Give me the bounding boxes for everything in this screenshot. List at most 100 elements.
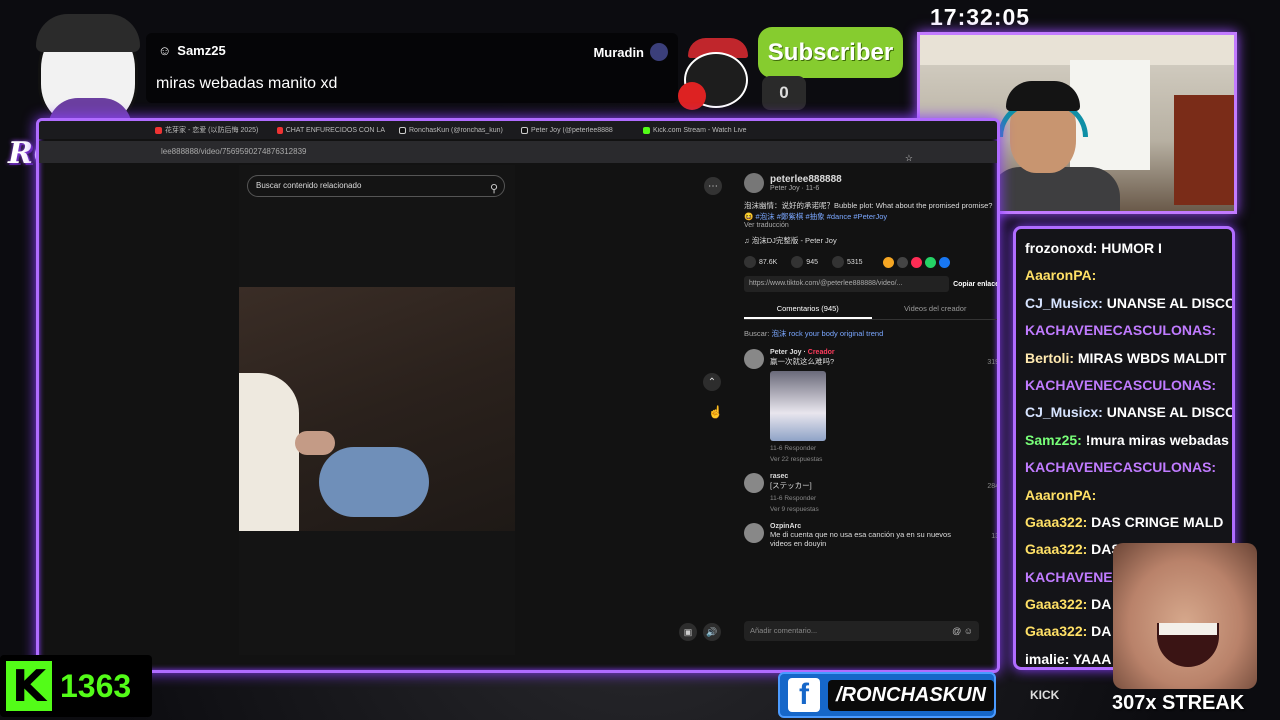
send-icon	[910, 256, 922, 268]
like-button[interactable]: 87.6K	[744, 256, 777, 268]
chat-message: CJ_Musicx: UNANSE AL DISCO	[1025, 290, 1232, 317]
channel-avatar-icon	[650, 43, 668, 61]
creator-badge: Creador	[807, 349, 835, 356]
facebook-logo-icon: f	[788, 678, 820, 712]
pip-icon[interactable]: ▣	[679, 623, 697, 641]
view-replies-link[interactable]: Ver 9 respuestas	[770, 506, 819, 513]
commenter-avatar[interactable]	[744, 473, 764, 493]
video-frame[interactable]	[239, 287, 515, 531]
engagement-stats: 87.6K 945 5315	[744, 256, 997, 268]
bookmark-star-icon[interactable]: ☆	[905, 147, 913, 169]
tab-creator-videos[interactable]: Videos del creador	[872, 300, 998, 319]
comment-text: Me di cuenta que no usa esa canción ya e…	[770, 530, 951, 548]
comment-button[interactable]: 945	[791, 256, 818, 268]
more-options-icon[interactable]: ⋯	[704, 177, 722, 195]
chat-text: MIRAS WBDS MALDIT	[1077, 349, 1227, 366]
browser-tab[interactable]: CHAT ENFURECIDOS CON LA	[271, 126, 391, 134]
browser-tab-active[interactable]: Peter Joy (@peterlee8888	[515, 126, 635, 134]
previous-video-button[interactable]: ⌃	[703, 373, 721, 391]
comment-text: 赢一次就这么难吗?	[770, 357, 835, 366]
chat-username[interactable]: KACHAVENECASCULONAS:	[1025, 459, 1216, 475]
comment-item: Peter Joy · Creador 赢一次就这么难吗? 11-6 Respo…	[744, 349, 997, 463]
comment-search-suggestion[interactable]: Buscar: 泡沫 rock your body original trend	[744, 328, 997, 339]
comment-like-count[interactable]: 13	[991, 533, 997, 540]
streak-counter: 307x STREAK	[1112, 692, 1245, 714]
address-url: lee888888/video/7569590274876312839	[161, 147, 307, 156]
chat-message: Gaaa322: DAS CRINGE MALD	[1025, 509, 1232, 536]
volume-icon[interactable]: 🔊	[703, 623, 721, 641]
facebook-icon	[938, 256, 950, 268]
subscriber-count: 0	[762, 76, 806, 110]
comment-meta[interactable]: 11-6 Responder	[770, 445, 835, 452]
alert-user: ☺ Samz25	[158, 43, 226, 58]
chat-username[interactable]: Gaaa322:	[1025, 623, 1087, 639]
kick-logo-icon: K	[6, 661, 52, 712]
chat-message: KACHAVENECASCULONAS:	[1025, 372, 1232, 399]
chat-username[interactable]: KACHAVENE	[1025, 569, 1113, 585]
alert-channel-name: Muradin	[593, 44, 644, 60]
chat-username[interactable]: CJ_Musicx:	[1025, 295, 1103, 311]
view-replies-link[interactable]: Ver 22 respuestas	[770, 456, 835, 463]
add-comment-input[interactable]: Añadir comentario... @ ☺	[744, 621, 979, 641]
chat-text: DAS CRINGE MALD	[1091, 513, 1224, 530]
chat-username[interactable]: KACHAVENECASCULONAS:	[1025, 322, 1216, 338]
chat-username[interactable]: imalie:	[1025, 651, 1069, 667]
chat-text: DA	[1091, 623, 1112, 640]
chat-message: CJ_Musicx: UNANSE AL DISCO	[1025, 399, 1232, 426]
comment-like-count[interactable]: 319	[987, 359, 997, 366]
chat-message: Samz25: !mura miras webadas	[1025, 427, 1232, 454]
comment-image[interactable]	[770, 371, 826, 441]
bookmark-icon	[831, 256, 844, 268]
share-link-field[interactable]: https://www.tiktok.com/@peterlee888888/v…	[744, 276, 950, 292]
emoji-icon[interactable]: @ ☺	[952, 621, 973, 641]
search-icon[interactable]: ⚲	[490, 179, 498, 199]
browser-tab[interactable]: Kick.com Stream - Watch Live	[637, 126, 757, 134]
chat-username[interactable]: Gaaa322:	[1025, 596, 1087, 612]
address-bar[interactable]: lee888888/video/7569590274876312839 ☆	[39, 141, 997, 163]
commenter-avatar[interactable]	[744, 523, 764, 543]
chat-message: frozonoxd: HUMOR I	[1025, 235, 1232, 262]
comment-tabs: Comentarios (945) Videos del creador	[744, 300, 998, 320]
browser-tab[interactable]: 花芽家 - 恋爱 (以防后悔 2025)	[149, 125, 269, 135]
translate-link[interactable]: Ver traducción	[744, 222, 997, 229]
chat-username[interactable]: AaaronPA:	[1025, 487, 1096, 503]
chat-message: AaaronPA:	[1025, 262, 1232, 289]
chat-alert-box: ☺ Samz25 Muradin miras webadas manito xd	[146, 33, 678, 103]
mascot-boxer-image	[678, 38, 754, 112]
embed-icon	[896, 256, 908, 268]
chat-username[interactable]: CJ_Musicx:	[1025, 404, 1103, 420]
comment-meta[interactable]: 11-6 Responder	[770, 495, 819, 502]
social-icons-row: KICK	[1030, 688, 1060, 702]
commenter-name[interactable]: Peter Joy	[770, 349, 802, 356]
share-buttons[interactable]	[882, 256, 950, 268]
chat-text: DA	[1091, 596, 1112, 613]
chat-username[interactable]: frozonoxd:	[1025, 240, 1097, 256]
chat-username[interactable]: AaaronPA:	[1025, 267, 1096, 283]
chat-text: UNANSE AL DISCO	[1106, 294, 1232, 311]
chat-username[interactable]: Gaaa322:	[1025, 514, 1087, 530]
chat-text: HUMOR I	[1101, 240, 1162, 256]
chat-username[interactable]: Gaaa322:	[1025, 541, 1087, 557]
music-row[interactable]: ♫ 泡沫DJ完整版 - Peter Joy	[744, 235, 997, 246]
commenter-name[interactable]: OzpinArc	[770, 523, 970, 530]
chat-message: AaaronPA:	[1025, 482, 1232, 509]
browser-tab[interactable]: RonchasKun (@ronchas_kun)	[393, 126, 513, 134]
save-button[interactable]: 5315	[831, 256, 863, 268]
alert-message: miras webadas manito xd	[156, 75, 338, 92]
chat-username[interactable]: Samz25:	[1025, 432, 1082, 448]
chat-username[interactable]: Bertoli:	[1025, 350, 1074, 366]
tab-comments[interactable]: Comentarios (945)	[744, 300, 872, 319]
copy-link-button[interactable]: Copiar enlace	[953, 281, 997, 288]
comment-like-count[interactable]: 284	[987, 483, 997, 490]
commenter-avatar[interactable]	[744, 349, 764, 369]
user-icon: ☺	[158, 43, 172, 58]
commenter-name[interactable]: rasec	[770, 473, 819, 480]
comment-item: rasec [ステッカー] 11-6 Responder Ver 9 respu…	[744, 473, 997, 513]
laughing-face-reaction	[1113, 543, 1257, 689]
caption-hashtags[interactable]: #泡沫 #鄭紫棋 #抽象 #dance #PeterJoy	[755, 212, 887, 221]
related-search-input[interactable]: Buscar contenido relacionado ⚲	[247, 175, 505, 197]
chat-username[interactable]: KACHAVENECASCULONAS:	[1025, 377, 1216, 393]
streamer	[990, 75, 1120, 211]
author-avatar[interactable]	[744, 173, 764, 193]
author-handle[interactable]: peterlee888888	[770, 174, 842, 185]
